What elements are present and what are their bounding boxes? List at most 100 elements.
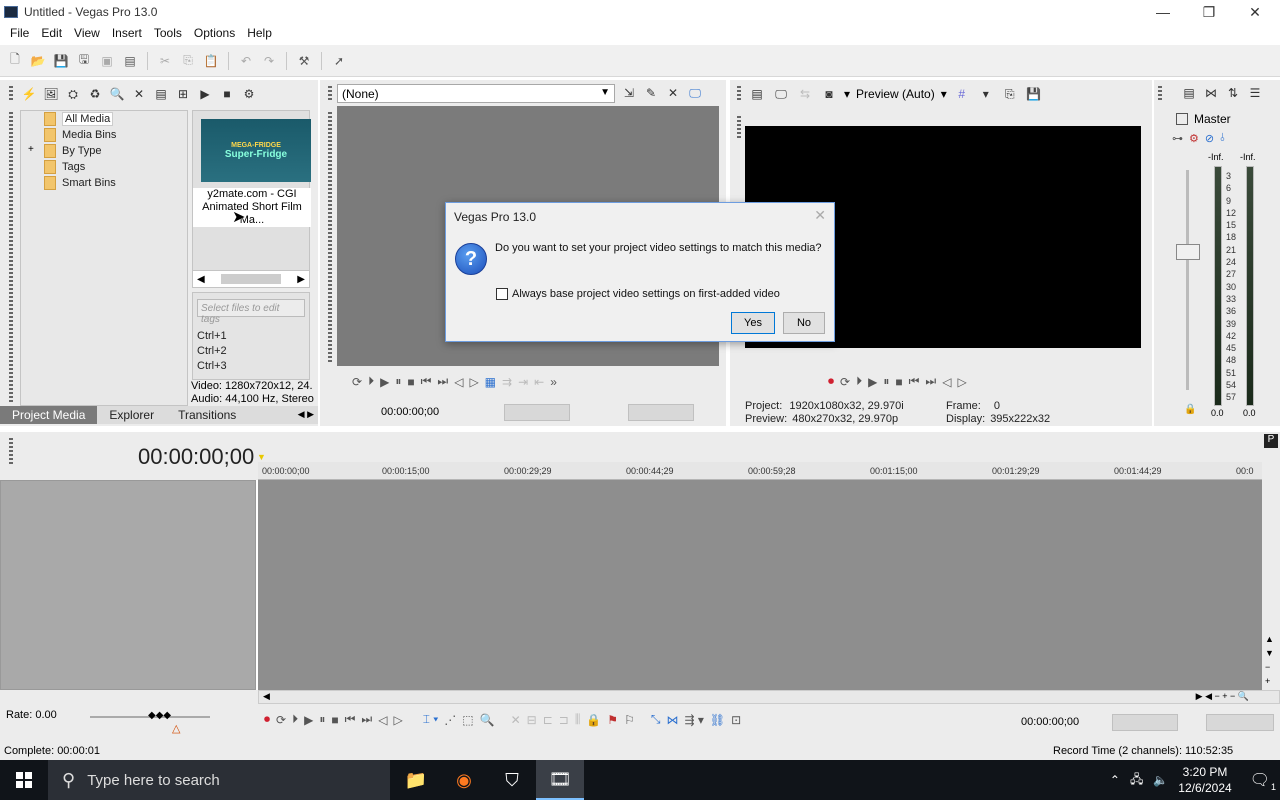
tree-item-by-type[interactable]: By Type [44,143,102,159]
always-base-checkbox[interactable]: Always base project video settings on fi… [496,288,780,300]
trimmer-timecode[interactable]: 00:00:00;00 [378,404,448,421]
timeline-end-timecode[interactable]: 00:00:00;00 [1018,714,1084,731]
prev-frame-icon[interactable]: ⏮ [345,712,356,727]
scroll-thumb[interactable] [221,274,281,284]
pan-icon[interactable]: ⊶ [1172,132,1183,145]
tree-item-media-bins[interactable]: Media Bins [44,127,116,143]
zoom-tool-icon[interactable]: 🔍 [480,713,495,727]
preview-quality-dropdown[interactable]: ▾ Preview (Auto) ▾ [844,87,947,101]
mixer-properties-icon[interactable]: ▤ [1180,84,1198,102]
capture-video-icon[interactable]: 🖼 [42,85,60,103]
next-frame-icon[interactable]: ⏭ [361,712,372,727]
menu-options[interactable]: Options [188,26,241,40]
rate-reset-icon[interactable]: △ [172,722,180,735]
add-to-timeline-icon[interactable]: ⇲ [620,84,638,102]
file-explorer-icon[interactable]: 📁 [392,760,440,800]
new-project-icon[interactable]: 🗋 [6,52,24,70]
step-forward-icon[interactable]: ▷ [469,375,478,389]
vscroll-buttons[interactable]: ▲ ▼ − + [1265,632,1274,688]
paste-icon[interactable]: 📋 [202,52,220,70]
scroll-left-icon[interactable]: ◀ [263,691,270,702]
menu-help[interactable]: Help [241,26,278,40]
auto-ripple-icon[interactable]: ⇶ ▾ [684,713,703,727]
minimize-button[interactable]: — [1140,0,1186,24]
scroll-right-icon[interactable]: ▶ [297,274,305,285]
external-monitor-icon[interactable]: 🖵 [772,85,790,103]
step-forward-icon[interactable]: ▷ [393,713,402,727]
play-icon[interactable]: ▶ [380,375,389,389]
marker-icon[interactable]: ⚑ [607,713,618,727]
overlays-icon[interactable]: ◙ [820,85,838,103]
menu-insert[interactable]: Insert [106,26,148,40]
tag-input[interactable]: Select files to edit tags [197,299,305,325]
panel-grip[interactable] [1158,86,1162,102]
clear-trimmer-icon[interactable]: ✕ [664,84,682,102]
pin-icon[interactable]: P [1264,434,1278,448]
step-forward-icon[interactable]: ▷ [957,375,966,389]
step-back-icon[interactable]: ◁ [454,375,463,389]
rate-slider-knob[interactable]: ◆◆◆ [148,710,171,721]
media-hscroll[interactable]: ◀ ▶ [192,270,310,288]
play-from-start-icon[interactable]: ⏵ [368,374,374,389]
step-back-icon[interactable]: ◁ [378,713,387,727]
trim-icon[interactable]: ✎ [642,84,660,102]
open-folder-icon[interactable]: 📂 [29,52,47,70]
media-thumbnail[interactable]: MEGA-FRIDGE Super-Fridge [201,119,311,182]
external-monitor-icon[interactable]: 🖵 [686,84,704,102]
undo-icon[interactable]: ↶ [237,52,255,70]
cut-icon[interactable]: ✂ [156,52,174,70]
help-pointer-icon[interactable]: ➚ [330,52,348,70]
media-fx-icon[interactable]: ⊞ [174,85,192,103]
timeline-timecode[interactable]: 00:00:00;00 [138,444,254,470]
tab-transitions[interactable]: Transitions [166,406,248,424]
trimmer-out-box[interactable] [628,404,694,421]
trim-end-icon[interactable]: ⊐ [559,713,569,727]
menu-file[interactable]: File [4,26,35,40]
panel-grip[interactable] [328,86,332,102]
search-media-icon[interactable]: 🔍 [108,85,126,103]
trimmer-more-icon[interactable]: » [550,375,557,389]
scroll-left-icon[interactable]: ◀ [197,274,205,285]
split-icon[interactable]: ⫼ [575,712,581,727]
tag-shortcut[interactable]: Ctrl+2 [197,345,227,357]
add-overwrite-icon[interactable]: ⇉ [502,375,512,389]
menu-tools[interactable]: Tools [148,26,188,40]
redo-icon[interactable]: ↷ [260,52,278,70]
panel-grip[interactable] [328,112,332,362]
security-shield-icon[interactable]: ⛉ [488,760,536,800]
grid-icon[interactable]: # [953,85,971,103]
envelope-tool-icon[interactable]: ⋰ [444,713,456,727]
save-as-icon[interactable]: 🖫 [75,52,93,70]
record-icon[interactable]: ⏺ [264,712,270,727]
selection-icon[interactable]: ▦ [485,375,496,389]
play-media-icon[interactable]: ▶ [196,85,214,103]
split-screen-icon[interactable]: ⇆ [796,85,814,103]
solo-icon[interactable]: ⫰ [1220,132,1225,145]
mixer-menu-icon[interactable]: ☰ [1246,84,1264,102]
checkbox-box[interactable] [496,288,508,300]
trimmer-in-box[interactable] [504,404,570,421]
stop-icon[interactable]: ■ [895,375,902,389]
remove-media-icon[interactable]: ✕ [130,85,148,103]
lock-envelopes-icon[interactable]: ⛓ [710,713,725,727]
selection-tool-icon[interactable]: ⬚ [462,713,473,727]
get-media-icon[interactable]: ⛭ [64,85,82,103]
track-area[interactable] [258,480,1262,690]
refresh-icon[interactable]: ♻ [86,85,104,103]
tree-item-smart-bins[interactable]: Smart Bins [44,175,116,191]
clock[interactable]: 3:20 PM 12/6/2024 [1178,764,1231,796]
snapping-icon[interactable]: ⤡ [651,712,661,727]
add-fill-icon[interactable]: ⇤ [534,375,544,389]
start-button[interactable] [0,760,48,800]
record-icon[interactable]: ⏺ [828,374,834,389]
grid-dropdown-icon[interactable]: ▾ [977,85,995,103]
loop-icon[interactable]: ⟳ [840,375,850,389]
trim-start-icon[interactable]: ⊏ [543,713,553,727]
master-icon[interactable] [1176,113,1188,125]
next-frame-icon[interactable]: ⏭ [437,374,448,389]
add-insert-icon[interactable]: ⇥ [518,375,528,389]
tree-item-tags[interactable]: Tags [44,159,85,175]
tools-icon[interactable]: ⚒ [295,52,313,70]
auto-preview-icon[interactable]: ⚙ [240,85,258,103]
play-from-start-icon[interactable]: ⏵ [856,374,862,389]
